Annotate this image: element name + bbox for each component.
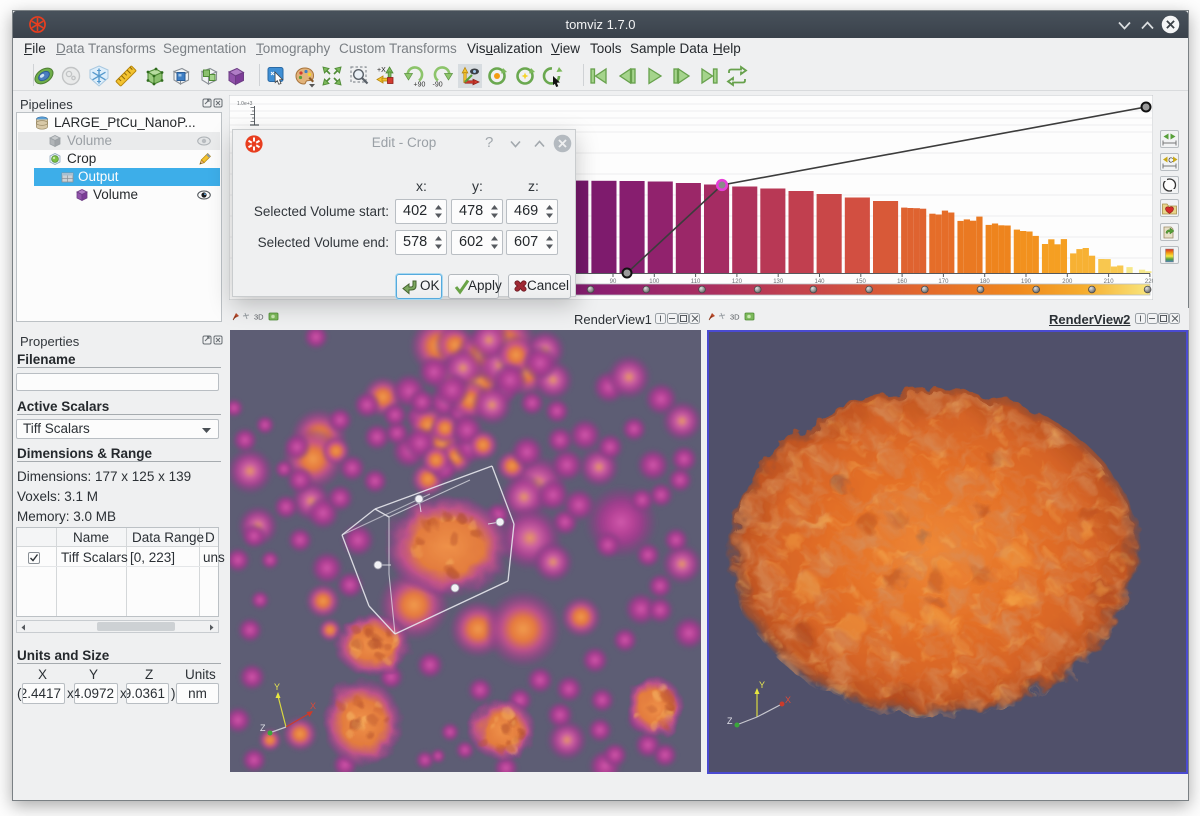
svg-text:3D: 3D	[730, 313, 740, 322]
svg-text:X: X	[785, 695, 791, 705]
svg-text:Y: Y	[759, 680, 765, 690]
svg-text:3D: 3D	[254, 313, 264, 322]
svg-text:C: C	[1168, 157, 1173, 164]
svg-text:Z: Z	[260, 723, 266, 733]
svg-text:+X: +X	[377, 67, 386, 74]
svg-text:+90: +90	[413, 82, 425, 89]
svg-text:X: X	[310, 701, 316, 711]
svg-text:1.0e+3: 1.0e+3	[237, 101, 253, 107]
svg-text:Z: Z	[727, 716, 733, 726]
svg-text:Y: Y	[274, 682, 280, 692]
svg-text:-90: -90	[433, 82, 443, 89]
